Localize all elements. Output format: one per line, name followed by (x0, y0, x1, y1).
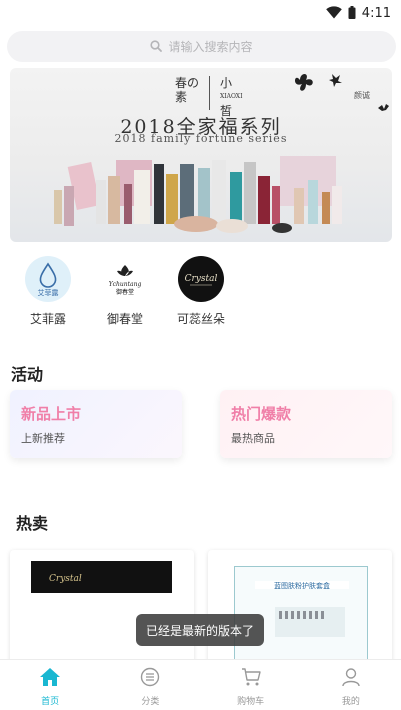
tab-home[interactable]: 首页 (0, 660, 100, 710)
category-icon (140, 667, 160, 691)
status-time: 4:11 (361, 6, 391, 21)
brand-name: 艾菲露 (29, 312, 66, 326)
brand-logo-yuchuntang: Ychuntang 御春堂 (102, 256, 148, 302)
tab-label: 我的 (341, 697, 360, 707)
activity-card-title: 热门爆款 (231, 405, 292, 423)
search-bar[interactable]: 请输入搜索内容 (7, 31, 396, 62)
wifi-icon (325, 4, 342, 23)
brand-logo-aifeilu: 艾菲露 (25, 256, 71, 302)
hot-product-card[interactable]: Crystal (10, 550, 194, 665)
activity-card-title: 新品上市 (21, 405, 82, 423)
svg-text:艾菲露: 艾菲露 (38, 288, 59, 297)
bottom-tab-bar: 首页 分类 购物车 我的 (0, 659, 401, 710)
banner-subtitle: 2018 family fortune series (114, 132, 288, 145)
profile-icon (341, 667, 361, 691)
search-icon (150, 37, 163, 56)
update-toast: 已经是最新的版本了 (136, 614, 264, 646)
brand-item-yuchuntang[interactable]: Ychuntang 御春堂 御春堂 (95, 256, 155, 327)
promo-banner[interactable]: 春の素 小 XIAOXI 皙 颜诚 2018全家福系列 2018 family fo… (10, 68, 392, 242)
tab-profile[interactable]: 我的 (301, 660, 401, 710)
status-icons: 4:11 (325, 4, 391, 23)
tab-label: 首页 (41, 697, 60, 707)
battery-icon (348, 4, 356, 23)
hot-section-title: 热卖 (16, 514, 49, 533)
brand-item-crystal[interactable]: Crystal 可蕊丝朵 (171, 256, 231, 327)
tab-label: 分类 (141, 697, 160, 707)
brand-logo-crystal: Crystal (178, 256, 224, 302)
tab-label: 购物车 (237, 697, 265, 707)
svg-text:蓝图肤粉护肤套盒: 蓝图肤粉护肤套盒 (274, 581, 330, 590)
cart-icon (241, 667, 261, 691)
hot-items-card[interactable]: 热门爆款 最热商品 (220, 390, 392, 458)
product-collection-image (54, 156, 342, 233)
brand-name: 御春堂 (106, 312, 143, 326)
new-arrivals-card[interactable]: 新品上市 上新推荐 (10, 390, 182, 458)
home-icon (39, 667, 61, 691)
product-image: Crystal (31, 561, 172, 593)
activity-card-subtitle: 最热商品 (231, 432, 275, 445)
brand-list: 艾菲露 艾菲露 Ychuntang 御春堂 御春堂 Crystal 可蕊丝朵 (0, 256, 401, 330)
svg-text:Crystal: Crystal (49, 574, 82, 584)
brand-item-aifeilu[interactable]: 艾菲露 艾菲露 (18, 256, 78, 327)
svg-text:Crystal: Crystal (185, 274, 218, 284)
status-bar: 4:11 (0, 0, 401, 26)
activity-section-title: 活动 (11, 365, 44, 384)
svg-text:Ychuntang: Ychuntang (109, 281, 142, 288)
svg-text:御春堂: 御春堂 (116, 288, 134, 296)
tab-cart[interactable]: 购物车 (201, 660, 301, 710)
activity-card-subtitle: 上新推荐 (21, 432, 65, 445)
brand-name: 可蕊丝朵 (176, 312, 225, 326)
hot-product-card[interactable]: 蓝图肤粉护肤套盒 (208, 550, 392, 665)
search-placeholder: 请输入搜索内容 (168, 40, 253, 54)
tab-category[interactable]: 分类 (100, 660, 200, 710)
butterfly-decoration (295, 74, 389, 111)
